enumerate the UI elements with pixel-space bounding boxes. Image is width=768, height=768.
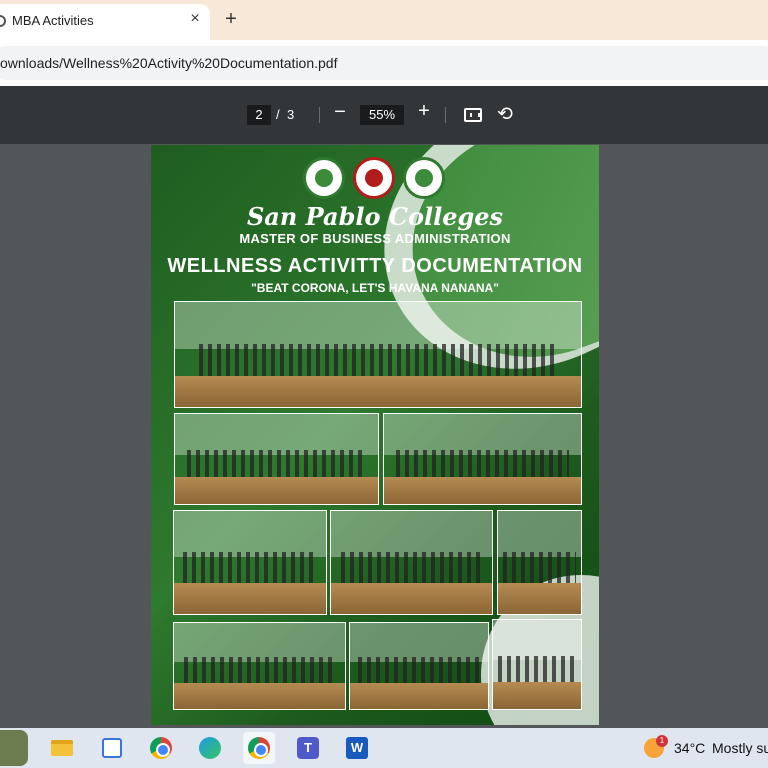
activity-photo — [492, 619, 582, 710]
weather-condition[interactable]: Mostly su — [712, 740, 768, 756]
school-name: San Pablo Colleges — [246, 202, 504, 231]
pdf-toolbar: 2 / 3 − 55% + ⟲ — [0, 86, 768, 144]
activity-photo — [174, 413, 379, 505]
file-explorer-button[interactable] — [46, 732, 78, 764]
activity-photo — [497, 510, 582, 615]
chrome-profile-button[interactable] — [243, 732, 275, 764]
toolbar-divider — [445, 107, 446, 123]
activity-photo — [173, 510, 327, 615]
chrome-profile-icon — [248, 737, 270, 759]
chrome-icon — [150, 737, 172, 759]
tab-mba-activities[interactable]: MBA Activities × — [0, 4, 210, 40]
activity-photo — [349, 622, 489, 710]
toolbar-divider — [319, 107, 320, 123]
activity-photo — [173, 622, 346, 710]
zoom-in-button[interactable]: + — [415, 100, 433, 123]
tab-title: MBA Activities — [12, 13, 94, 28]
chrome-button[interactable] — [145, 732, 177, 764]
url-text[interactable]: ownloads/Wellness%20Activity%20Documenta… — [0, 55, 337, 71]
program-name: MASTER OF BUSINESS ADMINISTRATION — [239, 231, 511, 246]
activity-photo — [330, 510, 493, 615]
pdf-page: San Pablo Colleges MASTER OF BUSINESS AD… — [151, 145, 599, 725]
logo-row — [303, 157, 445, 201]
mba-seal-icon — [353, 157, 395, 199]
word-icon: W — [346, 737, 368, 759]
new-tab-button[interactable]: + — [220, 8, 242, 31]
temperature-label[interactable]: 34°C — [674, 740, 705, 756]
zoom-level-input[interactable]: 55% — [360, 105, 404, 125]
activity-photo — [383, 413, 582, 505]
browser-toolbar: ownloads/Wellness%20Activity%20Documenta… — [0, 40, 768, 86]
teams-icon: T — [297, 737, 319, 759]
edge-icon — [199, 737, 221, 759]
globe-icon — [0, 15, 6, 27]
fit-page-icon[interactable] — [464, 108, 482, 122]
page-number-input[interactable]: 2 — [247, 105, 271, 125]
edge-button[interactable] — [194, 732, 226, 764]
rotate-icon[interactable]: ⟲ — [495, 103, 515, 126]
page-separator: / — [276, 107, 280, 122]
file-explorer-icon — [51, 740, 73, 756]
document-subtitle: "BEAT CORONA, LET'S HAVANA NANANA" — [251, 281, 499, 295]
teams-button[interactable]: T — [292, 732, 324, 764]
zoom-out-button[interactable]: − — [331, 101, 349, 124]
group-photo — [174, 301, 582, 408]
tab-strip: MBA Activities × + — [0, 0, 768, 40]
school-of-business-seal-icon — [403, 157, 445, 199]
college-seal-icon — [303, 157, 345, 199]
widgets-icon[interactable] — [0, 730, 28, 766]
document-title: WELLNESS ACTIVITTY DOCUMENTATION — [167, 255, 583, 277]
close-tab-button[interactable]: × — [186, 10, 204, 28]
page-total: 3 — [287, 107, 295, 122]
microsoft-store-button[interactable] — [96, 732, 128, 764]
taskbar: T W 1 34°C Mostly su — [0, 728, 768, 768]
word-button[interactable]: W — [341, 732, 373, 764]
weather-badge: 1 — [656, 735, 668, 747]
microsoft-store-icon — [102, 738, 122, 758]
